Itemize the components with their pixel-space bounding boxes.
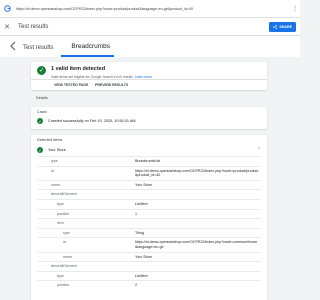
property-value: Thing bbox=[135, 230, 144, 235]
property-key: type bbox=[57, 201, 64, 206]
chevron-up-icon[interactable]: ⌃ bbox=[257, 147, 261, 153]
app-bar: ✕ Test results SHARE bbox=[0, 18, 300, 36]
property-value: Your Store bbox=[135, 254, 152, 259]
check-icon: ✓ bbox=[37, 118, 43, 124]
more-options-icon[interactable]: ⋮ bbox=[290, 0, 300, 18]
crawl-card: Crawl ✓ Crawled successfully on Feb 19, … bbox=[31, 107, 267, 129]
properties-table: type BreadcrumbList id https://rii.demo.op… bbox=[37, 156, 261, 290]
details-heading: Details bbox=[36, 96, 48, 100]
google-icon bbox=[0, 0, 14, 18]
property-key: id bbox=[63, 240, 66, 245]
table-row: type ListItem bbox=[37, 270, 261, 281]
property-value: BreadcrumbList bbox=[135, 159, 161, 163]
table-row: item bbox=[37, 218, 261, 228]
property-value: 1 bbox=[135, 211, 137, 216]
detected-items-label: Detected items bbox=[37, 138, 63, 142]
share-icon bbox=[273, 25, 278, 29]
property-value: https://rii.demo.opencartshop.com/OCPR22… bbox=[135, 168, 259, 178]
property-value: https://rii.demo.opencartshop.com/OCPR22… bbox=[135, 240, 258, 249]
property-value bbox=[133, 262, 261, 271]
check-icon: ✓ bbox=[37, 147, 43, 153]
property-key: name bbox=[51, 182, 60, 187]
url-text[interactable]: https://rii.demo.opencartshop.com/OCPR22… bbox=[14, 7, 290, 11]
detected-item-row[interactable]: ✓ Your Store ⌃ bbox=[37, 146, 261, 154]
table-row: name Your Store bbox=[37, 251, 261, 262]
share-label: SHARE bbox=[279, 25, 292, 29]
detected-items-card: Detected items ✓ Your Store ⌃ type Breadc… bbox=[31, 135, 267, 300]
detected-item-name: Your Store bbox=[48, 148, 66, 152]
check-icon: ✓ bbox=[37, 66, 46, 75]
property-key: name bbox=[63, 254, 72, 259]
crawl-status: Crawled successfully on Feb 19, 2020, 10… bbox=[48, 119, 136, 123]
property-key: type bbox=[57, 273, 64, 278]
property-key: itemListElement bbox=[51, 192, 77, 197]
property-value bbox=[133, 190, 261, 199]
table-row: id https://rii.demo.opencartshop.com/OCPR… bbox=[37, 237, 261, 251]
property-key: type bbox=[63, 230, 70, 235]
table-row: type Thing bbox=[37, 227, 261, 238]
close-icon[interactable]: ✕ bbox=[0, 23, 14, 31]
property-value: ListItem bbox=[135, 201, 148, 206]
property-key: itemListElement bbox=[51, 264, 77, 269]
preview-results-button[interactable]: PREVIEW RESULTS bbox=[95, 83, 128, 87]
crawl-label: Crawl bbox=[37, 110, 47, 114]
property-value: ListItem bbox=[135, 273, 148, 278]
property-value: 2 bbox=[135, 283, 137, 288]
table-row: id https://rii.demo.opencartshop.com/OCPR… bbox=[37, 165, 261, 180]
breadcrumb-tab[interactable]: Breadcrumbs bbox=[61, 43, 114, 57]
property-value: Your Store bbox=[135, 182, 152, 187]
table-row: itemListElement bbox=[37, 189, 261, 199]
property-key: item bbox=[57, 221, 64, 226]
divider bbox=[31, 79, 267, 80]
property-key: id bbox=[51, 168, 54, 173]
summary-card: ✓ 1 valid item detected Valid items are … bbox=[31, 62, 267, 90]
property-key: position bbox=[57, 211, 70, 216]
table-row: itemListElement bbox=[37, 261, 261, 271]
back-link[interactable]: Test results bbox=[16, 45, 53, 57]
browser-url-bar[interactable]: https://rii.demo.opencartshop.com/OCPR22… bbox=[0, 0, 300, 18]
table-row: type ListItem bbox=[37, 198, 261, 209]
valid-items-title: 1 valid item detected bbox=[51, 66, 106, 72]
property-key: position bbox=[57, 283, 70, 288]
share-button[interactable]: SHARE bbox=[269, 22, 296, 32]
view-tested-page-button[interactable]: VIEW TESTED PAGE bbox=[54, 83, 88, 87]
property-key: type bbox=[51, 159, 58, 163]
table-row: name Your Store bbox=[37, 179, 261, 190]
table-row: position 1 bbox=[37, 208, 261, 219]
page-header: Test results Breadcrumbs bbox=[0, 36, 300, 57]
app-title: Test results bbox=[18, 23, 49, 30]
property-value bbox=[133, 219, 261, 228]
table-row: type BreadcrumbList bbox=[37, 156, 261, 166]
table-row: position 2 bbox=[37, 280, 261, 290]
